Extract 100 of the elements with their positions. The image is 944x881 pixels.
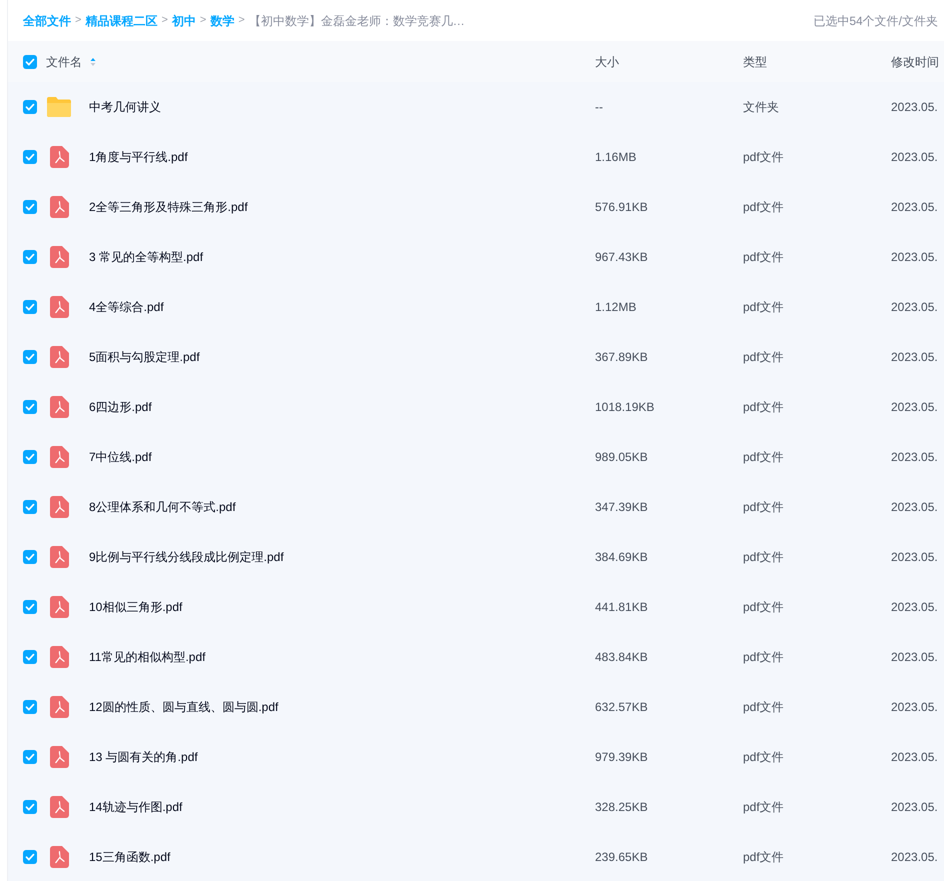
modified-date: 2023.05. (891, 199, 938, 216)
modified-date: 2023.05. (891, 599, 938, 616)
file-name[interactable]: 11常见的相似构型.pdf (89, 648, 206, 666)
file-name[interactable]: 中考几何讲义 (89, 98, 161, 116)
file-type: 文件夹 (743, 99, 779, 116)
file-size: 1.12MB (595, 299, 636, 316)
file-name[interactable]: 2全等三角形及特殊三角形.pdf (89, 198, 248, 216)
checkbox[interactable] (23, 500, 37, 514)
breadcrumb-separator: > (161, 13, 168, 28)
checkbox[interactable] (23, 300, 37, 314)
modified-date: 2023.05. (891, 799, 938, 816)
file-type: pdf文件 (743, 799, 784, 816)
file-name[interactable]: 14轨迹与作图.pdf (89, 798, 182, 816)
pdf-icon (50, 846, 69, 868)
file-size: 1.16MB (595, 149, 636, 166)
checkbox[interactable] (23, 600, 37, 614)
file-size: 483.84KB (595, 649, 648, 666)
file-name[interactable]: 5面积与勾股定理.pdf (89, 348, 200, 366)
file-size: 989.05KB (595, 449, 648, 466)
modified-date: 2023.05. (891, 449, 938, 466)
file-name[interactable]: 12圆的性质、圆与直线、圆与圆.pdf (89, 698, 278, 716)
file-type: pdf文件 (743, 849, 784, 866)
file-type: pdf文件 (743, 449, 784, 466)
file-name[interactable]: 10相似三角形.pdf (89, 598, 182, 616)
checkbox[interactable] (23, 200, 37, 214)
file-name[interactable]: 3 常见的全等构型.pdf (89, 248, 204, 266)
pdf-icon (50, 496, 69, 518)
modified-date: 2023.05. (891, 549, 938, 566)
file-type: pdf文件 (743, 699, 784, 716)
breadcrumb-separator: > (238, 13, 245, 28)
checkbox[interactable] (23, 550, 37, 564)
checkbox[interactable] (23, 800, 37, 814)
file-type: pdf文件 (743, 349, 784, 366)
file-name[interactable]: 15三角函数.pdf (89, 848, 170, 866)
file-name[interactable]: 9比例与平行线分线段成比例定理.pdf (89, 548, 284, 566)
file-type: pdf文件 (743, 499, 784, 516)
pdf-icon (50, 246, 69, 268)
checkbox[interactable] (23, 650, 37, 664)
file-type: pdf文件 (743, 599, 784, 616)
pdf-icon (50, 796, 69, 818)
modified-date: 2023.05. (891, 399, 938, 416)
modified-date: 2023.05. (891, 499, 938, 516)
modified-date: 2023.05. (891, 99, 938, 116)
checkbox[interactable] (23, 750, 37, 764)
file-type: pdf文件 (743, 299, 784, 316)
pdf-icon (50, 596, 69, 618)
pdf-icon (50, 446, 69, 468)
modified-date: 2023.05. (891, 149, 938, 166)
file-type: pdf文件 (743, 399, 784, 416)
selection-status: 已选中54个文件/文件夹 (813, 12, 938, 30)
file-size: 367.89KB (595, 349, 648, 366)
file-name[interactable]: 8公理体系和几何不等式.pdf (89, 498, 236, 516)
file-size: 967.43KB (595, 249, 648, 266)
checkbox[interactable] (23, 850, 37, 864)
modified-date: 2023.05. (891, 749, 938, 766)
column-header[interactable]: 大小 (595, 52, 619, 70)
checkbox[interactable] (23, 350, 37, 364)
file-size: 328.25KB (595, 799, 648, 816)
file-size: 1018.19KB (595, 399, 654, 416)
pdf-icon (50, 146, 69, 168)
file-name[interactable]: 4全等综合.pdf (89, 298, 164, 316)
file-type: pdf文件 (743, 549, 784, 566)
file-name[interactable]: 1角度与平行线.pdf (89, 148, 188, 166)
file-size: 576.91KB (595, 199, 648, 216)
breadcrumb-separator: > (75, 13, 82, 28)
column-header[interactable]: 修改时间 (891, 52, 939, 70)
column-header[interactable]: 类型 (743, 52, 767, 70)
checkbox[interactable] (23, 450, 37, 464)
file-type: pdf文件 (743, 199, 784, 216)
file-size: 441.81KB (595, 599, 648, 616)
pdf-icon (50, 696, 69, 718)
pdf-icon (50, 746, 69, 768)
file-name[interactable]: 6四边形.pdf (89, 398, 152, 416)
pdf-icon (50, 546, 69, 568)
column-header[interactable]: 文件名 (46, 52, 82, 70)
modified-date: 2023.05. (891, 349, 938, 366)
file-size: 347.39KB (595, 499, 648, 516)
modified-date: 2023.05. (891, 649, 938, 666)
file-size: 979.39KB (595, 749, 648, 766)
modified-date: 2023.05. (891, 699, 938, 716)
folder-icon (46, 96, 72, 118)
modified-date: 2023.05. (891, 299, 938, 316)
file-name[interactable]: 13 与圆有关的角.pdf (89, 748, 198, 766)
file-type: pdf文件 (743, 649, 784, 666)
modified-date: 2023.05. (891, 849, 938, 866)
pdf-icon (50, 346, 69, 368)
checkbox[interactable] (23, 250, 37, 264)
checkbox[interactable] (23, 700, 37, 714)
sort-icon[interactable] (90, 56, 96, 66)
checkbox[interactable] (23, 100, 37, 114)
file-size: 239.65KB (595, 849, 648, 866)
modified-date: 2023.05. (891, 249, 938, 266)
pdf-icon (50, 646, 69, 668)
file-type: pdf文件 (743, 149, 784, 166)
pdf-icon (50, 196, 69, 218)
checkbox[interactable] (23, 150, 37, 164)
file-size: 632.57KB (595, 699, 648, 716)
checkbox[interactable] (23, 400, 37, 414)
file-name[interactable]: 7中位线.pdf (89, 448, 152, 466)
checkbox[interactable] (23, 54, 37, 68)
